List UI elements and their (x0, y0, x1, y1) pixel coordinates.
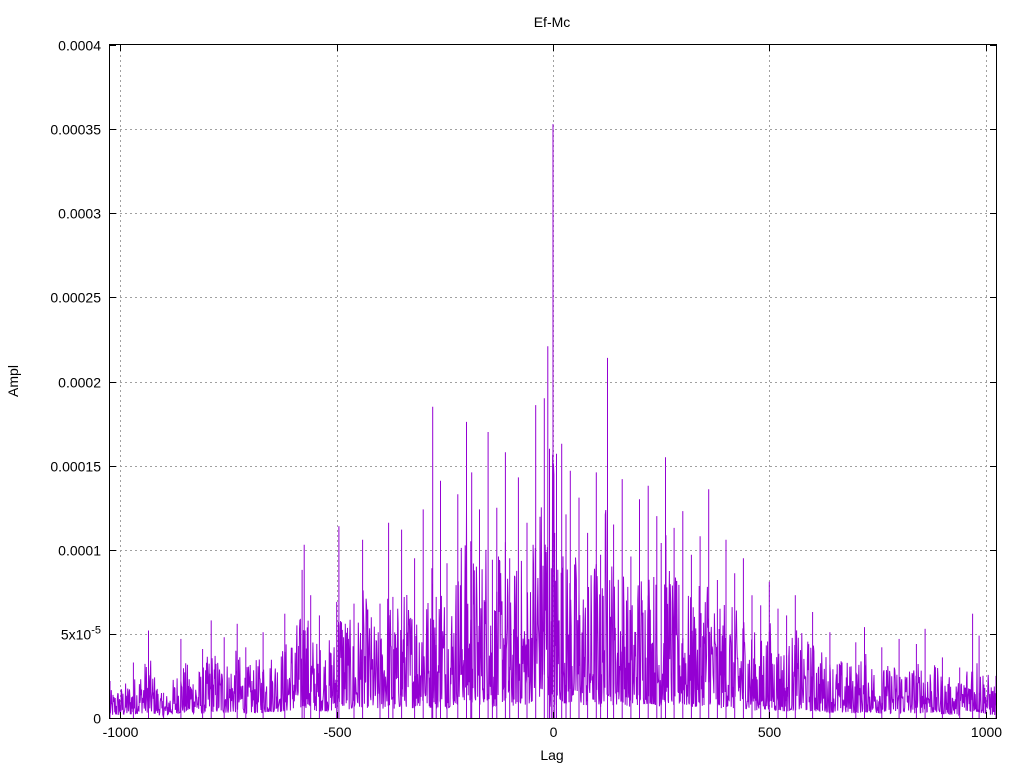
y-tick-label-text: 0.0003 (58, 206, 101, 222)
chart: -1000 -500 0 500 1000 0 5x10-5 0.0001 0.00015 0.0… (5, 14, 1002, 763)
y-tick-label-text: 0.00015 (50, 459, 101, 475)
x-tick-label: -500 (323, 724, 351, 740)
y-tick-label-text: 0.0002 (58, 375, 101, 391)
y-tick-label-text: 0.00025 (50, 290, 101, 306)
y-tick-label-text: 0.0004 (58, 38, 101, 54)
x-tick-label: 500 (758, 724, 782, 740)
y-tick-label-exponent: -5 (91, 625, 101, 637)
y-tick-label-text: 0.0001 (58, 543, 101, 559)
y-tick-label: 0.00035 (50, 122, 101, 138)
x-tick-label: -1000 (103, 724, 139, 740)
x-tick-label: 1000 (971, 724, 1002, 740)
y-tick-label: 0.0001 (58, 543, 101, 559)
chart-title: Ef-Mc (534, 14, 571, 30)
y-tick-label-text: 5x10 (61, 627, 92, 643)
y-tick-label-text: 0 (93, 711, 101, 727)
x-axis-label: Lag (540, 747, 563, 763)
y-tick-label-text: 0.00035 (50, 122, 101, 138)
y-tick-label: 0.00015 (50, 459, 101, 475)
y-tick-label: 0.0004 (58, 38, 101, 54)
y-tick-label: 0.0003 (58, 206, 101, 222)
y-axis-label: Ampl (5, 365, 21, 397)
series-layer (109, 124, 997, 719)
y-tick-label: 5x10-5 (61, 625, 101, 643)
y-tick-label: 0.0002 (58, 375, 101, 391)
y-tick-label: 0 (93, 711, 101, 727)
x-tick-label: 0 (550, 724, 558, 740)
y-tick-label: 0.00025 (50, 290, 101, 306)
